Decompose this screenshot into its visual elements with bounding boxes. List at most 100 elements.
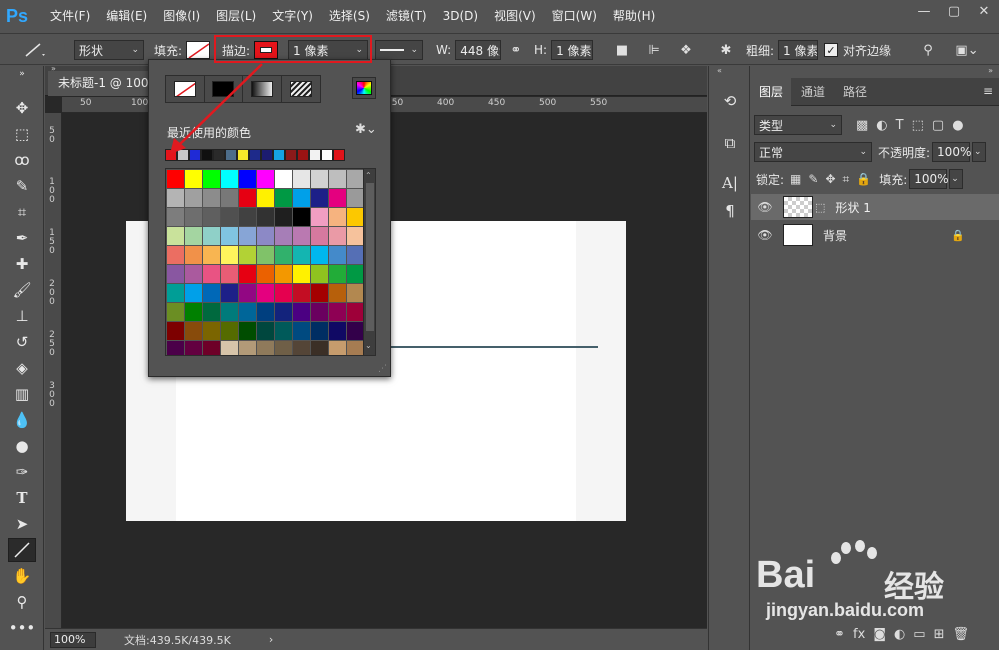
color-swatch[interactable] — [347, 322, 364, 340]
color-swatch[interactable] — [257, 170, 274, 188]
color-swatch[interactable] — [185, 265, 202, 283]
height-field[interactable]: 1 像素 — [551, 40, 594, 60]
color-swatch[interactable] — [347, 208, 364, 226]
shape-filter-icon[interactable]: ⬚ — [912, 118, 924, 133]
color-picker-button[interactable] — [352, 77, 376, 99]
collapse-toolbox-icon[interactable]: » — [8, 68, 36, 80]
color-swatch[interactable] — [257, 322, 274, 340]
color-swatch[interactable] — [293, 208, 310, 226]
scroll-up-icon[interactable]: ⌃ — [365, 171, 372, 180]
recent-color-swatch[interactable] — [249, 149, 261, 161]
color-swatch[interactable] — [347, 303, 364, 321]
adjustment-filter-icon[interactable]: ◐ — [876, 118, 887, 133]
panel-menu-icon[interactable]: ≡ — [983, 84, 993, 98]
smart-object-filter-icon[interactable]: ▢ — [932, 118, 944, 133]
properties-panel-icon[interactable]: ⧉ — [719, 132, 741, 154]
color-swatch[interactable] — [221, 322, 238, 340]
color-swatch[interactable] — [347, 265, 364, 283]
more-tools-icon[interactable]: ••• — [8, 616, 36, 640]
color-swatch[interactable] — [257, 265, 274, 283]
line-tool-icon[interactable] — [8, 538, 36, 562]
color-swatch[interactable] — [347, 170, 364, 188]
color-swatch[interactable] — [239, 322, 256, 340]
menu-item[interactable]: 编辑(E) — [98, 0, 155, 32]
color-swatch[interactable] — [221, 341, 238, 355]
lock-all-icon[interactable]: 🔒 — [856, 172, 871, 187]
color-swatch[interactable] — [203, 227, 220, 245]
dodge-tool-icon[interactable]: ● — [8, 434, 36, 458]
color-swatch[interactable] — [239, 208, 256, 226]
color-swatch[interactable] — [311, 265, 328, 283]
color-swatch[interactable] — [167, 265, 184, 283]
color-swatch[interactable] — [293, 170, 310, 188]
eye-icon[interactable]: 👁 — [751, 200, 779, 214]
color-swatch[interactable] — [329, 303, 346, 321]
color-swatch[interactable] — [185, 189, 202, 207]
color-swatch[interactable] — [203, 341, 220, 355]
color-swatch[interactable] — [221, 189, 238, 207]
brush-tool-icon[interactable]: 🖌 — [8, 278, 36, 302]
eye-icon[interactable]: 👁 — [751, 228, 779, 242]
path-alignment-icon[interactable]: ⊫ — [644, 40, 664, 60]
history-panel-icon[interactable]: ⟲ — [719, 90, 741, 112]
color-swatch[interactable] — [347, 284, 364, 302]
color-swatch[interactable] — [203, 208, 220, 226]
color-swatch[interactable] — [167, 341, 184, 355]
lock-transparency-icon[interactable]: ▦ — [790, 172, 801, 187]
path-operations-icon[interactable]: ■ — [612, 40, 632, 60]
close-button[interactable]: ✕ — [969, 0, 999, 22]
image-filter-icon[interactable]: ▩ — [856, 118, 868, 133]
color-swatch[interactable] — [347, 189, 364, 207]
layer-filter-select[interactable]: 类型 ⌄ — [754, 115, 842, 135]
zoom-level-field[interactable]: 100% — [50, 631, 96, 648]
color-swatch[interactable] — [311, 303, 328, 321]
color-swatch[interactable] — [185, 208, 202, 226]
recent-color-swatch[interactable] — [261, 149, 273, 161]
color-swatch[interactable] — [257, 303, 274, 321]
blend-mode-select[interactable]: 正常 ⌄ — [754, 142, 872, 162]
color-swatch[interactable] — [347, 246, 364, 264]
lasso-tool-icon[interactable]: ꝏ — [8, 148, 36, 172]
recent-color-swatch[interactable] — [165, 149, 177, 161]
recent-color-swatch[interactable] — [297, 149, 309, 161]
menu-item[interactable]: 窗口(W) — [544, 0, 605, 32]
color-swatch[interactable] — [185, 303, 202, 321]
color-swatch[interactable] — [203, 246, 220, 264]
lock-position-icon[interactable]: ✥ — [825, 172, 835, 187]
color-swatch[interactable] — [167, 246, 184, 264]
type-tool-icon[interactable]: T — [8, 486, 36, 510]
color-swatch[interactable] — [329, 208, 346, 226]
color-swatch[interactable] — [347, 341, 364, 355]
color-swatch[interactable] — [311, 189, 328, 207]
blur-tool-icon[interactable]: 💧 — [8, 408, 36, 432]
swatch-scrollbar[interactable]: ⌃ ⌄ — [363, 169, 375, 355]
color-swatch[interactable] — [293, 246, 310, 264]
color-swatch[interactable] — [311, 341, 328, 355]
collapse-panels-icon[interactable]: » — [988, 66, 993, 75]
character-panel-icon[interactable]: A| — [719, 172, 741, 194]
line-tool-preset-icon[interactable] — [20, 40, 46, 60]
color-swatch[interactable] — [221, 246, 238, 264]
fill-swatch[interactable] — [186, 41, 211, 59]
recent-color-swatch[interactable] — [285, 149, 297, 161]
color-swatch[interactable] — [293, 265, 310, 283]
minimize-button[interactable]: — — [909, 0, 939, 22]
marquee-tool-icon[interactable]: ⬚ — [8, 122, 36, 146]
color-swatch[interactable] — [203, 284, 220, 302]
color-swatch[interactable] — [329, 341, 346, 355]
quick-selection-tool-icon[interactable]: ✎ — [8, 174, 36, 198]
filter-toggle-icon[interactable]: ● — [952, 118, 963, 133]
color-swatch[interactable] — [239, 227, 256, 245]
color-swatch[interactable] — [311, 284, 328, 302]
color-swatch[interactable] — [257, 284, 274, 302]
color-swatch[interactable] — [185, 341, 202, 355]
recent-color-swatch[interactable] — [273, 149, 285, 161]
move-tool-icon[interactable]: ✥ — [8, 96, 36, 120]
tool-mode-select[interactable]: 形状 ⌄ — [74, 40, 144, 60]
color-swatch[interactable] — [203, 170, 220, 188]
gear-icon[interactable]: ✱⌄ — [355, 122, 377, 137]
color-swatch[interactable] — [257, 227, 274, 245]
color-swatch[interactable] — [185, 246, 202, 264]
scroll-thumb[interactable] — [366, 183, 374, 331]
recent-color-swatch[interactable] — [237, 149, 249, 161]
